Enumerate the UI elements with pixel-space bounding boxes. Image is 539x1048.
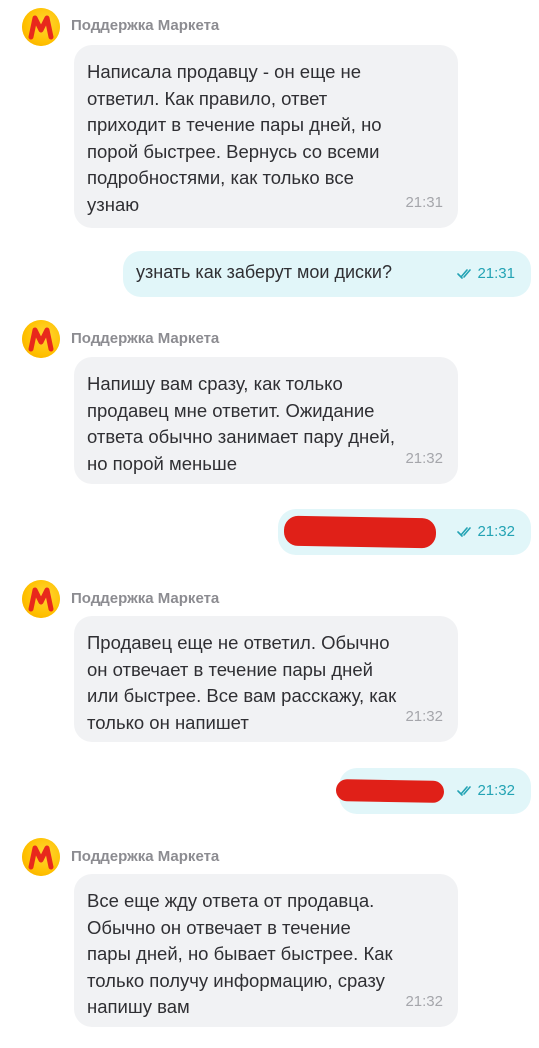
message-bubble-incoming: Все еще жду ответа от продавца. Обычно о… xyxy=(74,874,458,1027)
message-bubble-outgoing: узнать как заберут мои диски? 21:31 xyxy=(123,251,531,297)
message-meta: 21:32 xyxy=(457,782,515,799)
sender-name: Поддержка Маркета xyxy=(71,330,220,347)
double-check-icon xyxy=(457,269,472,279)
yandex-market-logo-icon xyxy=(28,15,54,40)
message-bubble-incoming: Напишу вам сразу, как только продавец мн… xyxy=(74,357,458,484)
double-check-icon xyxy=(457,527,472,537)
message-time: 21:31 xyxy=(477,265,515,282)
support-avatar xyxy=(22,320,60,358)
redaction-mark xyxy=(335,779,445,803)
message-bubble-incoming: Написала продавцу - он еще не ответил. К… xyxy=(74,45,458,228)
redaction-mark xyxy=(283,515,437,549)
message-text: Все еще жду ответа от продавца. Обычно о… xyxy=(87,890,393,1017)
message-text: Напишу вам сразу, как только продавец мн… xyxy=(87,373,395,474)
yandex-market-logo-icon xyxy=(28,845,54,870)
yandex-market-logo-icon xyxy=(28,587,54,612)
double-check-icon xyxy=(457,786,472,796)
sender-name: Поддержка Маркета xyxy=(71,17,220,34)
support-avatar xyxy=(22,8,60,46)
support-avatar xyxy=(22,838,60,876)
message-bubble-outgoing: 21:32 xyxy=(278,509,531,555)
message-time: 21:32 xyxy=(477,523,515,540)
message-time: 21:32 xyxy=(405,449,443,467)
message-text: узнать как заберут мои диски? xyxy=(136,262,392,282)
yandex-market-logo-icon xyxy=(28,327,54,352)
message-bubble-outgoing: 21:32 xyxy=(335,768,531,814)
support-avatar xyxy=(22,580,60,618)
sender-name: Поддержка Маркета xyxy=(71,848,220,865)
sender-name: Поддержка Маркета xyxy=(71,590,220,607)
message-time: 21:32 xyxy=(405,992,443,1010)
message-bubble-incoming: Продавец еще не ответил. Обычно он отвеч… xyxy=(74,616,458,742)
message-time: 21:31 xyxy=(405,193,443,211)
chat-feed[interactable]: Поддержка Маркета Написала продавцу - он… xyxy=(0,0,539,1048)
message-meta: 21:32 xyxy=(457,523,515,540)
message-time: 21:32 xyxy=(477,782,515,799)
message-text: Продавец еще не ответил. Обычно он отвеч… xyxy=(87,632,397,733)
message-time: 21:32 xyxy=(405,707,443,725)
message-text: Написала продавцу - он еще не ответил. К… xyxy=(87,61,382,215)
message-meta: 21:31 xyxy=(457,265,515,282)
